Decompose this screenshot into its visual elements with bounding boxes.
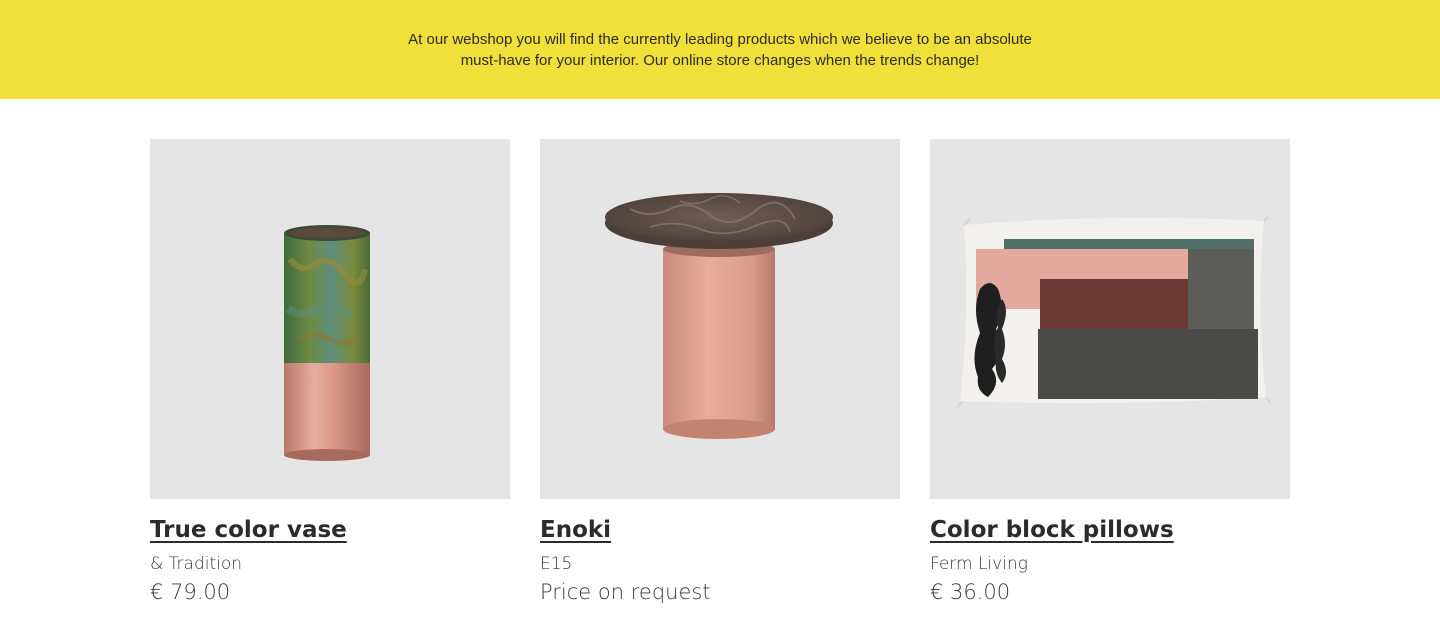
product-title-link[interactable]: Color block pillows xyxy=(930,515,1174,545)
pillow-image xyxy=(957,216,1271,408)
product-brand: E15 xyxy=(540,554,573,574)
product-grid: True color vase & Tradition € 79.00 Enok… xyxy=(0,99,1440,620)
product-price: € 36.00 xyxy=(930,580,1011,604)
product-card: True color vase & Tradition € 79.00 xyxy=(150,139,510,605)
side-table-image xyxy=(605,193,833,439)
product-image-link[interactable] xyxy=(150,139,510,499)
vase-image xyxy=(284,225,370,461)
product-image-link[interactable] xyxy=(930,139,1290,499)
product-image-link[interactable] xyxy=(540,139,900,499)
product-title-link[interactable]: True color vase xyxy=(150,515,347,545)
intro-text-line-2: must-have for your interior. Our online … xyxy=(460,51,980,69)
product-title-link[interactable]: Enoki xyxy=(540,515,611,545)
product-brand: Ferm Living xyxy=(930,554,1028,574)
product-card: Enoki E15 Price on request xyxy=(540,139,900,605)
product-price: € 79.00 xyxy=(150,580,231,604)
intro-text-line-1: At our webshop you will find the current… xyxy=(408,30,1032,48)
intro-text: At our webshop you will find the current… xyxy=(340,29,1100,71)
product-brand: & Tradition xyxy=(150,554,243,574)
product-card: Color block pillows Ferm Living € 36.00 xyxy=(930,139,1290,605)
intro-banner: At our webshop you will find the current… xyxy=(0,0,1440,99)
product-price: Price on request xyxy=(540,580,711,604)
